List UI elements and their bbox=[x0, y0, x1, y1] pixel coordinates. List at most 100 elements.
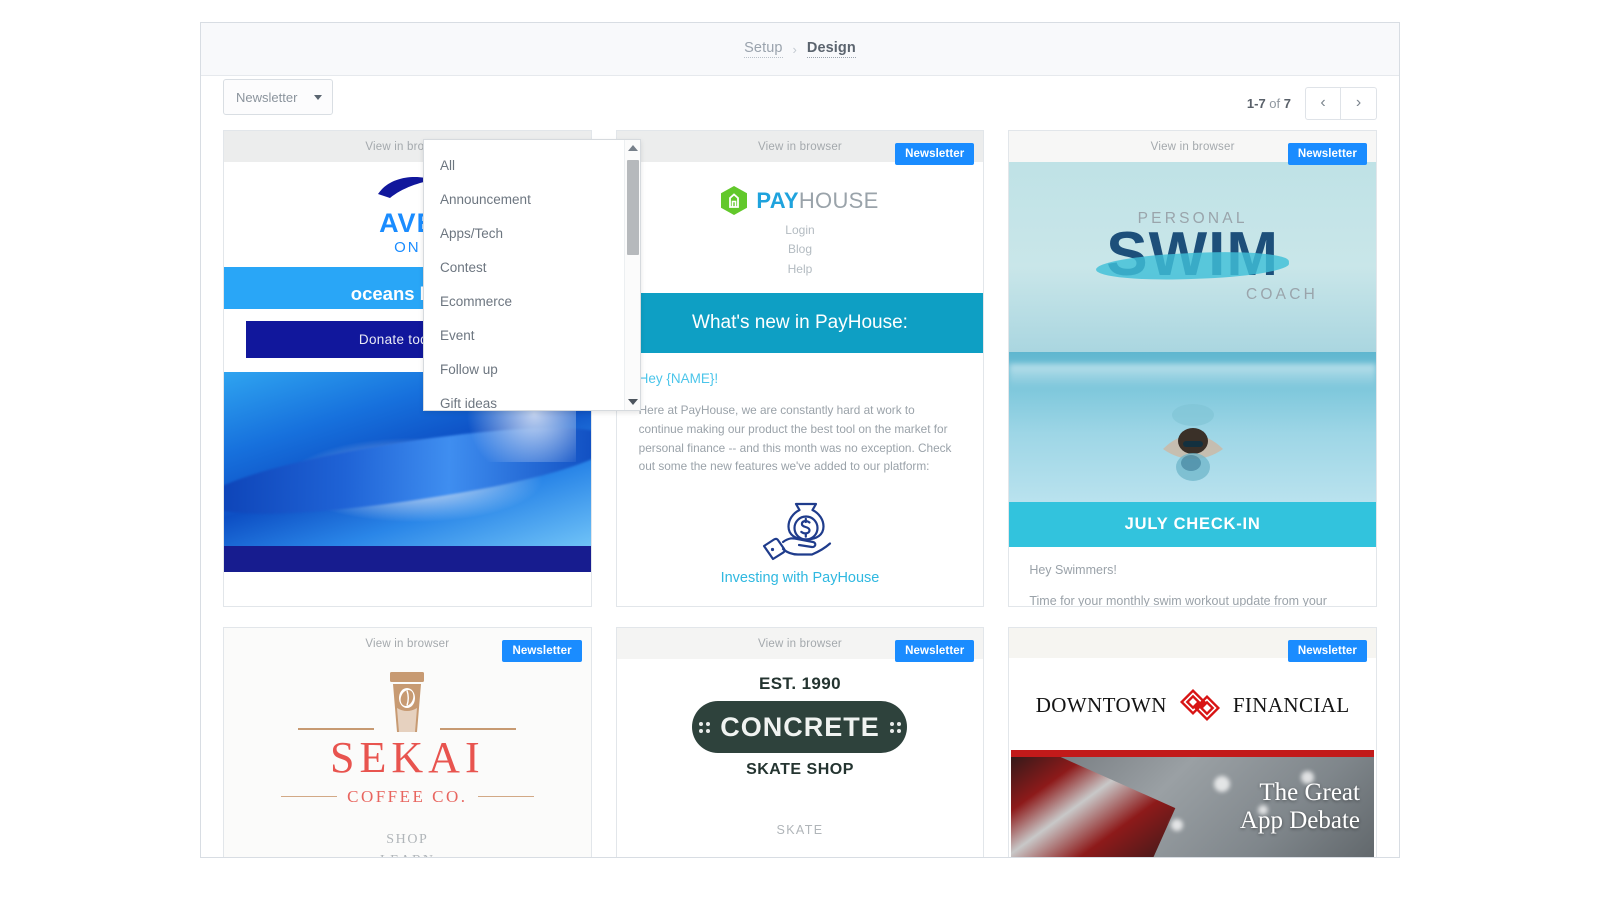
payhouse-wordmark: PAYHOUSE bbox=[756, 188, 878, 214]
financial-name-left: DOWNTOWN bbox=[1035, 692, 1167, 717]
view-in-browser-label: View in browser bbox=[758, 140, 842, 153]
template-card-downtown-financial[interactable]: Newsletter DOWNTOWN FINANCIAL The Great … bbox=[1008, 627, 1377, 857]
financial-hero-photo: The Great App Debate bbox=[1011, 757, 1374, 857]
deck-dots-right bbox=[889, 721, 901, 733]
money-bag-hand-icon bbox=[762, 502, 832, 560]
dropdown-item-contest[interactable]: Contest bbox=[424, 251, 624, 285]
scroll-up-arrow-icon[interactable] bbox=[625, 141, 641, 155]
pagination-label: 1-7 of 7 bbox=[1247, 96, 1291, 111]
swim-band: JULY CHECK-IN bbox=[1009, 502, 1376, 547]
concrete-inner: View in browser Newsletter EST. 1990 CON… bbox=[616, 628, 984, 857]
template-card-sekai-coffee[interactable]: View in browser Newsletter SEKAI COFFEE … bbox=[223, 627, 592, 858]
view-in-browser-label: View in browser bbox=[758, 637, 842, 650]
rule-right bbox=[440, 728, 517, 730]
financial-name-right: FINANCIAL bbox=[1232, 692, 1350, 717]
next-page-button[interactable]: › bbox=[1341, 86, 1377, 120]
payhouse-word-pay: PAY bbox=[756, 187, 799, 213]
chevron-right-icon: › bbox=[792, 41, 797, 57]
dropdown-item-follow-up[interactable]: Follow up bbox=[424, 353, 624, 387]
pagination-range: 1-7 bbox=[1246, 95, 1266, 111]
payhouse-nav-login[interactable]: Login bbox=[617, 221, 984, 240]
sekai-inner: View in browser Newsletter SEKAI COFFEE … bbox=[224, 628, 591, 858]
payhouse-cta-link[interactable]: Investing with PayHouse bbox=[617, 570, 984, 586]
dropdown-item-all[interactable]: All bbox=[424, 149, 624, 183]
category-filter-value: Newsletter bbox=[236, 89, 298, 105]
payhouse-icon-wrap bbox=[617, 476, 984, 570]
deck-dots-left bbox=[699, 721, 711, 733]
view-in-browser-label: View in browser bbox=[1150, 140, 1235, 153]
concrete-est: EST. 1990 bbox=[758, 674, 841, 693]
swimmer-figure bbox=[1162, 404, 1223, 481]
payhouse-band: What's new in PayHouse: bbox=[616, 293, 984, 354]
template-card-payhouse[interactable]: View in browser Newsletter PAYHOUSE Logi… bbox=[615, 130, 985, 607]
swim-body: Hey Swimmers! Time for your monthly swim… bbox=[1009, 547, 1376, 607]
status-badge: Newsletter bbox=[895, 143, 975, 165]
status-badge: Newsletter bbox=[1287, 143, 1367, 165]
swimmer-photo bbox=[1009, 352, 1376, 502]
sekai-sub-row: COFFEE CO. bbox=[224, 787, 591, 807]
pagination: 1-7 of 7 ‹ › bbox=[1247, 86, 1377, 120]
template-card-swim-coach[interactable]: View in browser Newsletter PERSONAL SWIM… bbox=[1008, 130, 1377, 607]
chevron-down-icon bbox=[314, 94, 322, 100]
payhouse-nav-help[interactable]: Help bbox=[617, 260, 984, 279]
concrete-deck: CONCRETE bbox=[692, 701, 908, 753]
template-grid: View in browser Newsletter AVE ON oceans… bbox=[201, 130, 1399, 858]
status-badge: Newsletter bbox=[502, 640, 582, 662]
dropdown-item-gift-ideas[interactable]: Gift ideas bbox=[424, 387, 624, 421]
pagination-of: of bbox=[1265, 95, 1284, 111]
ocean-footer bbox=[224, 546, 591, 572]
sekai-nav-learn[interactable]: LEARN bbox=[224, 850, 591, 857]
payhouse-body: Hey {NAME}! Here at PayHouse, we are con… bbox=[617, 353, 984, 476]
gallery-toolbar: Newsletter 1-7 of 7 ‹ › bbox=[201, 76, 1399, 130]
financial-headline-line2: App Debate bbox=[1239, 807, 1360, 834]
design-gallery-window: Setup › Design Newsletter 1-7 of 7 ‹ › A… bbox=[200, 22, 1400, 858]
dropdown-item-event[interactable]: Event bbox=[424, 319, 624, 353]
scrollbar-thumb[interactable] bbox=[627, 160, 639, 255]
dropdown-item-ecommerce[interactable]: Ecommerce bbox=[424, 285, 624, 319]
dropdown-item-announcement[interactable]: Announcement bbox=[424, 183, 624, 217]
diamond-knot-icon bbox=[1179, 688, 1220, 722]
breadcrumb: Setup › Design bbox=[201, 23, 1399, 76]
template-card-concrete-skate[interactable]: View in browser Newsletter EST. 1990 CON… bbox=[615, 627, 985, 857]
dropdown-item-apps-tech[interactable]: Apps/Tech bbox=[424, 217, 624, 251]
dropdown-scrollbar[interactable] bbox=[624, 140, 640, 410]
swim-wordmark-wrap: SWIM bbox=[1095, 223, 1290, 285]
payhouse-logo: PAYHOUSE bbox=[617, 162, 984, 221]
category-dropdown-menu[interactable]: All Announcement Apps/Tech Contest Ecomm… bbox=[423, 139, 641, 411]
payhouse-nav: Login Blog Help bbox=[617, 221, 984, 293]
payhouse-greeting: Hey {NAME}! bbox=[638, 371, 719, 387]
previous-page-button[interactable]: ‹ bbox=[1305, 86, 1341, 120]
concrete-sub: SKATE SHOP bbox=[746, 761, 854, 778]
payhouse-word-house: HOUSE bbox=[798, 187, 879, 213]
concrete-logo: EST. 1990 CONCRETE SKATE SHOP bbox=[675, 674, 925, 804]
category-dropdown-list: All Announcement Apps/Tech Contest Ecomm… bbox=[424, 140, 624, 411]
financial-logo: DOWNTOWN FINANCIAL bbox=[1009, 658, 1376, 750]
payhouse-nav-blog[interactable]: Blog bbox=[617, 240, 984, 259]
pagination-total: 7 bbox=[1283, 95, 1291, 111]
payhouse-hex-icon bbox=[721, 186, 748, 215]
financial-accent-rule bbox=[1011, 750, 1374, 757]
swim-paragraph: Time for your monthly swim workout updat… bbox=[1029, 594, 1327, 607]
rule-left-2 bbox=[281, 795, 338, 798]
rule-right-2 bbox=[477, 795, 534, 798]
breadcrumb-setup[interactable]: Setup bbox=[744, 40, 783, 58]
sekai-nav-shop[interactable]: SHOP bbox=[224, 829, 591, 851]
sekai-name: SEKAI bbox=[330, 732, 485, 782]
financial-headline: The Great App Debate bbox=[1240, 779, 1360, 835]
swim-greeting: Hey Swimmers! bbox=[1029, 563, 1117, 577]
category-filter-select[interactable]: Newsletter bbox=[223, 79, 333, 115]
status-badge: Newsletter bbox=[895, 640, 975, 662]
breadcrumb-design[interactable]: Design bbox=[806, 40, 856, 58]
coffee-cup-icon-wrap bbox=[224, 672, 591, 736]
concrete-nav-skate[interactable]: SKATE bbox=[617, 820, 984, 840]
swim-tagline: COACH bbox=[1246, 286, 1318, 304]
status-badge: Newsletter bbox=[1287, 640, 1367, 662]
concrete-nav: SKATE bbox=[617, 820, 984, 840]
sekai-sub: COFFEE CO. bbox=[347, 786, 468, 806]
rule-left bbox=[298, 728, 375, 730]
sekai-nav: SHOP LEARN bbox=[224, 829, 591, 858]
swim-logo: PERSONAL SWIM COACH bbox=[1009, 162, 1376, 352]
view-in-browser-label: View in browser bbox=[365, 637, 450, 650]
ocean-subtitle: ON bbox=[394, 238, 421, 256]
scroll-down-arrow-icon[interactable] bbox=[625, 395, 641, 409]
